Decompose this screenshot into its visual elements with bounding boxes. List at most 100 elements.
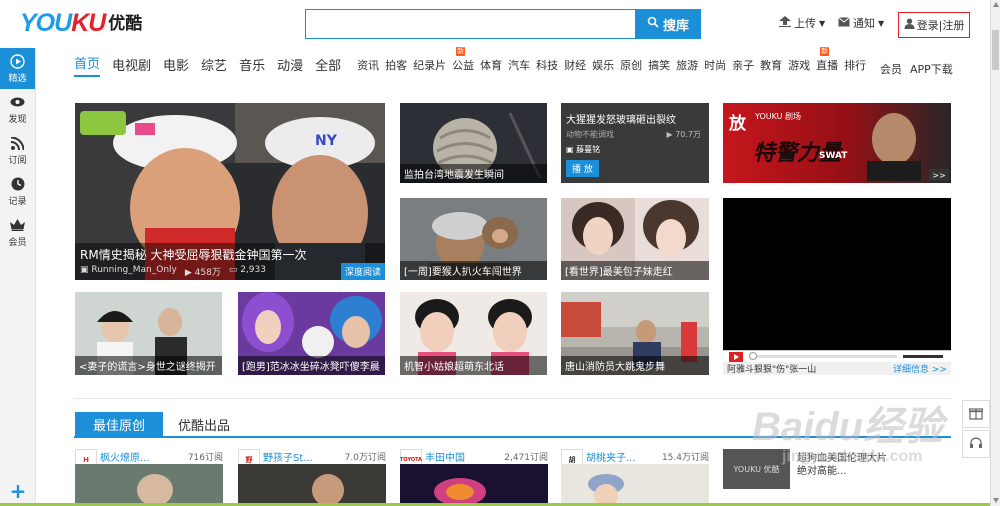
- promo-author[interactable]: ▣ 藤蔓铭: [561, 140, 709, 159]
- youku-logo[interactable]: YOUKU 优酷: [20, 10, 142, 36]
- nav-vip-link[interactable]: 会员: [880, 61, 902, 77]
- channel-name[interactable]: 野孩子St...: [263, 449, 345, 464]
- channel-name[interactable]: 枫火燎原...: [100, 449, 188, 464]
- add-button[interactable]: +: [0, 476, 36, 506]
- tab-youku-produced[interactable]: 优酷出品: [178, 415, 230, 434]
- volume-slider[interactable]: [903, 355, 943, 358]
- header: YOUKU 优酷 搜库 上传 ▼ 通知 ▼ 登录|注册: [0, 0, 990, 46]
- channel-name[interactable]: 胡桃夹子...: [586, 449, 662, 464]
- nav-item-music[interactable]: 音乐: [239, 55, 265, 77]
- rail-item-subscribe[interactable]: 订阅: [0, 130, 35, 171]
- rss-icon: [10, 136, 25, 151]
- player-caption-bar: 阿雅斗狠狠"伤"张一山 详细信息 >>: [723, 362, 951, 375]
- channel-card[interactable]: 胡 胡桃夹子... 15.4万订阅: [561, 448, 709, 506]
- upload-button[interactable]: 上传 ▼: [779, 15, 825, 31]
- video-tile[interactable]: 机智小姑娘超萌东北话: [400, 292, 547, 375]
- scroll-thumb[interactable]: [992, 30, 999, 70]
- ad-more-button[interactable]: >>: [929, 169, 949, 181]
- rail-item-history[interactable]: 记录: [0, 171, 35, 212]
- nav-sub-item[interactable]: 搞笑: [648, 57, 670, 77]
- nav-sub-item[interactable]: 科技: [536, 57, 558, 77]
- nav-sub-item-new[interactable]: 新直播: [816, 47, 838, 77]
- nav-sub-item[interactable]: 时尚: [704, 57, 726, 77]
- play-icon: [10, 53, 25, 69]
- channel-card[interactable]: H 枫火燎原... 716订阅: [75, 448, 223, 506]
- nav-item-all[interactable]: 全部: [315, 55, 341, 77]
- details-link[interactable]: 详细信息 >>: [893, 362, 947, 375]
- scroll-down-icon[interactable]: [993, 498, 999, 503]
- tab-best-original[interactable]: 最佳原创: [75, 412, 163, 436]
- channel-card[interactable]: TOYOTA 丰田中国 2,471订阅: [400, 448, 548, 506]
- ad-banner[interactable]: 放 YOUKU 剧场 特警力量 SWAT >>: [723, 103, 951, 183]
- video-tile[interactable]: [跑男]范冰冰坐碎冰凳吓傻李晨: [238, 292, 385, 375]
- search-button[interactable]: 搜库: [635, 9, 701, 39]
- promo-author-name: 藤蔓铭: [576, 145, 601, 154]
- search-input[interactable]: [305, 9, 635, 39]
- crown-icon: [10, 218, 25, 233]
- nav-sub-item[interactable]: 体育: [480, 57, 502, 77]
- nav-sub-item[interactable]: 娱乐: [592, 57, 614, 77]
- rail-item-featured[interactable]: 精选: [0, 48, 35, 89]
- gift-button[interactable]: [962, 400, 990, 428]
- nav-sub-item[interactable]: 教育: [760, 57, 782, 77]
- channel-subscribers: 716订阅: [187, 452, 223, 463]
- video-tile[interactable]: [一周]要猴人扒火车闯世界: [400, 198, 547, 280]
- video-tile[interactable]: <妻子的谎言>身世之谜终揭开: [75, 292, 222, 375]
- nav-sub-item[interactable]: 排行: [844, 57, 866, 77]
- nav-sub-item[interactable]: 旅游: [676, 57, 698, 77]
- video-caption: 机智小姑娘超萌东北话: [400, 356, 547, 375]
- nav-item-variety[interactable]: 综艺: [201, 55, 227, 77]
- nav-item-anime[interactable]: 动漫: [277, 55, 303, 77]
- nav-sub-item[interactable]: 原创: [620, 57, 642, 77]
- channel-name[interactable]: 丰田中国: [425, 449, 504, 464]
- nav-sub-item[interactable]: 财经: [564, 57, 586, 77]
- nav-item-movie[interactable]: 电影: [163, 55, 189, 77]
- scrollbar[interactable]: [990, 0, 1000, 506]
- new-badge: 新: [456, 47, 466, 56]
- search-bar: 搜库: [305, 9, 701, 39]
- progress-knob[interactable]: [749, 352, 757, 360]
- promo-card[interactable]: 大猩猩发怒玻璃砸出裂纹 动物不能调戏 ▶ 70.7万 ▣ 藤蔓铭 播 放: [561, 103, 709, 183]
- play-button[interactable]: 播 放: [566, 160, 599, 177]
- clock-icon: [10, 177, 25, 192]
- nav-sub-item[interactable]: 资讯: [357, 57, 379, 77]
- ad-actor-image: [867, 113, 921, 181]
- channel-card[interactable]: 野 野孩子St... 7.0万订阅: [238, 448, 386, 506]
- video-tile[interactable]: [看世界]最美包子妹走红: [561, 198, 709, 280]
- nav-sub-item-new[interactable]: 新公益: [452, 47, 474, 77]
- side-ad-line2: 绝对高能...: [797, 466, 847, 477]
- feature-video[interactable]: NY RM情史揭秘 大神受屈辱狠戳金钟国第一次 ▣ Running_Man_On…: [75, 103, 385, 280]
- nav-sub-item[interactable]: 亲子: [732, 57, 754, 77]
- progress-bar[interactable]: [749, 352, 897, 360]
- play-icon[interactable]: [729, 351, 743, 362]
- nav-app-download-link[interactable]: APP下载: [910, 61, 953, 77]
- video-tile[interactable]: 监拍台湾地震发生瞬间: [400, 103, 547, 183]
- video-player[interactable]: 阿雅斗狠狠"伤"张一山 详细信息 >>: [723, 198, 951, 375]
- left-rail: 精选 发现 订阅 记录 会员 +: [0, 48, 36, 506]
- scroll-up-icon[interactable]: [993, 2, 999, 7]
- player-caption[interactable]: 阿雅斗狠狠"伤"张一山: [727, 362, 816, 375]
- login-register-button[interactable]: 登录|注册: [898, 12, 970, 38]
- login-label: 登录|注册: [916, 19, 965, 32]
- nav-item-tv[interactable]: 电视剧: [112, 55, 151, 77]
- section-underline: [74, 436, 951, 438]
- side-ad[interactable]: YOUKU 优酷 超狗血美国伦理大片 绝对高能...: [723, 449, 951, 489]
- rail-item-discover[interactable]: 发现: [0, 89, 35, 130]
- support-button[interactable]: [962, 430, 990, 458]
- notify-button[interactable]: 通知 ▼: [838, 15, 884, 31]
- feature-comments: ▭ 2,933: [228, 265, 266, 275]
- deep-read-tag[interactable]: 深度阅读: [340, 263, 385, 280]
- nav-sub-item[interactable]: 纪录片: [413, 57, 446, 77]
- channel-subscribers: 7.0万订阅: [344, 452, 386, 463]
- video-caption: [一周]要猴人扒火车闯世界: [400, 261, 547, 280]
- nav-sub-item[interactable]: 游戏: [788, 57, 810, 77]
- feature-channel[interactable]: ▣ Running_Man_Only: [80, 265, 177, 278]
- nav-sub-item[interactable]: 拍客: [385, 57, 407, 77]
- rail-item-vip[interactable]: 会员: [0, 212, 35, 253]
- nav-sub-item[interactable]: 汽车: [508, 57, 530, 77]
- rail-label: 发现: [8, 114, 27, 125]
- promo-title: 大猩猩发怒玻璃砸出裂纹: [566, 115, 676, 126]
- video-tile[interactable]: 唐山消防员大跳鬼步舞: [561, 292, 709, 375]
- upload-label: 上传: [794, 17, 816, 30]
- nav-item-home[interactable]: 首页: [74, 53, 101, 77]
